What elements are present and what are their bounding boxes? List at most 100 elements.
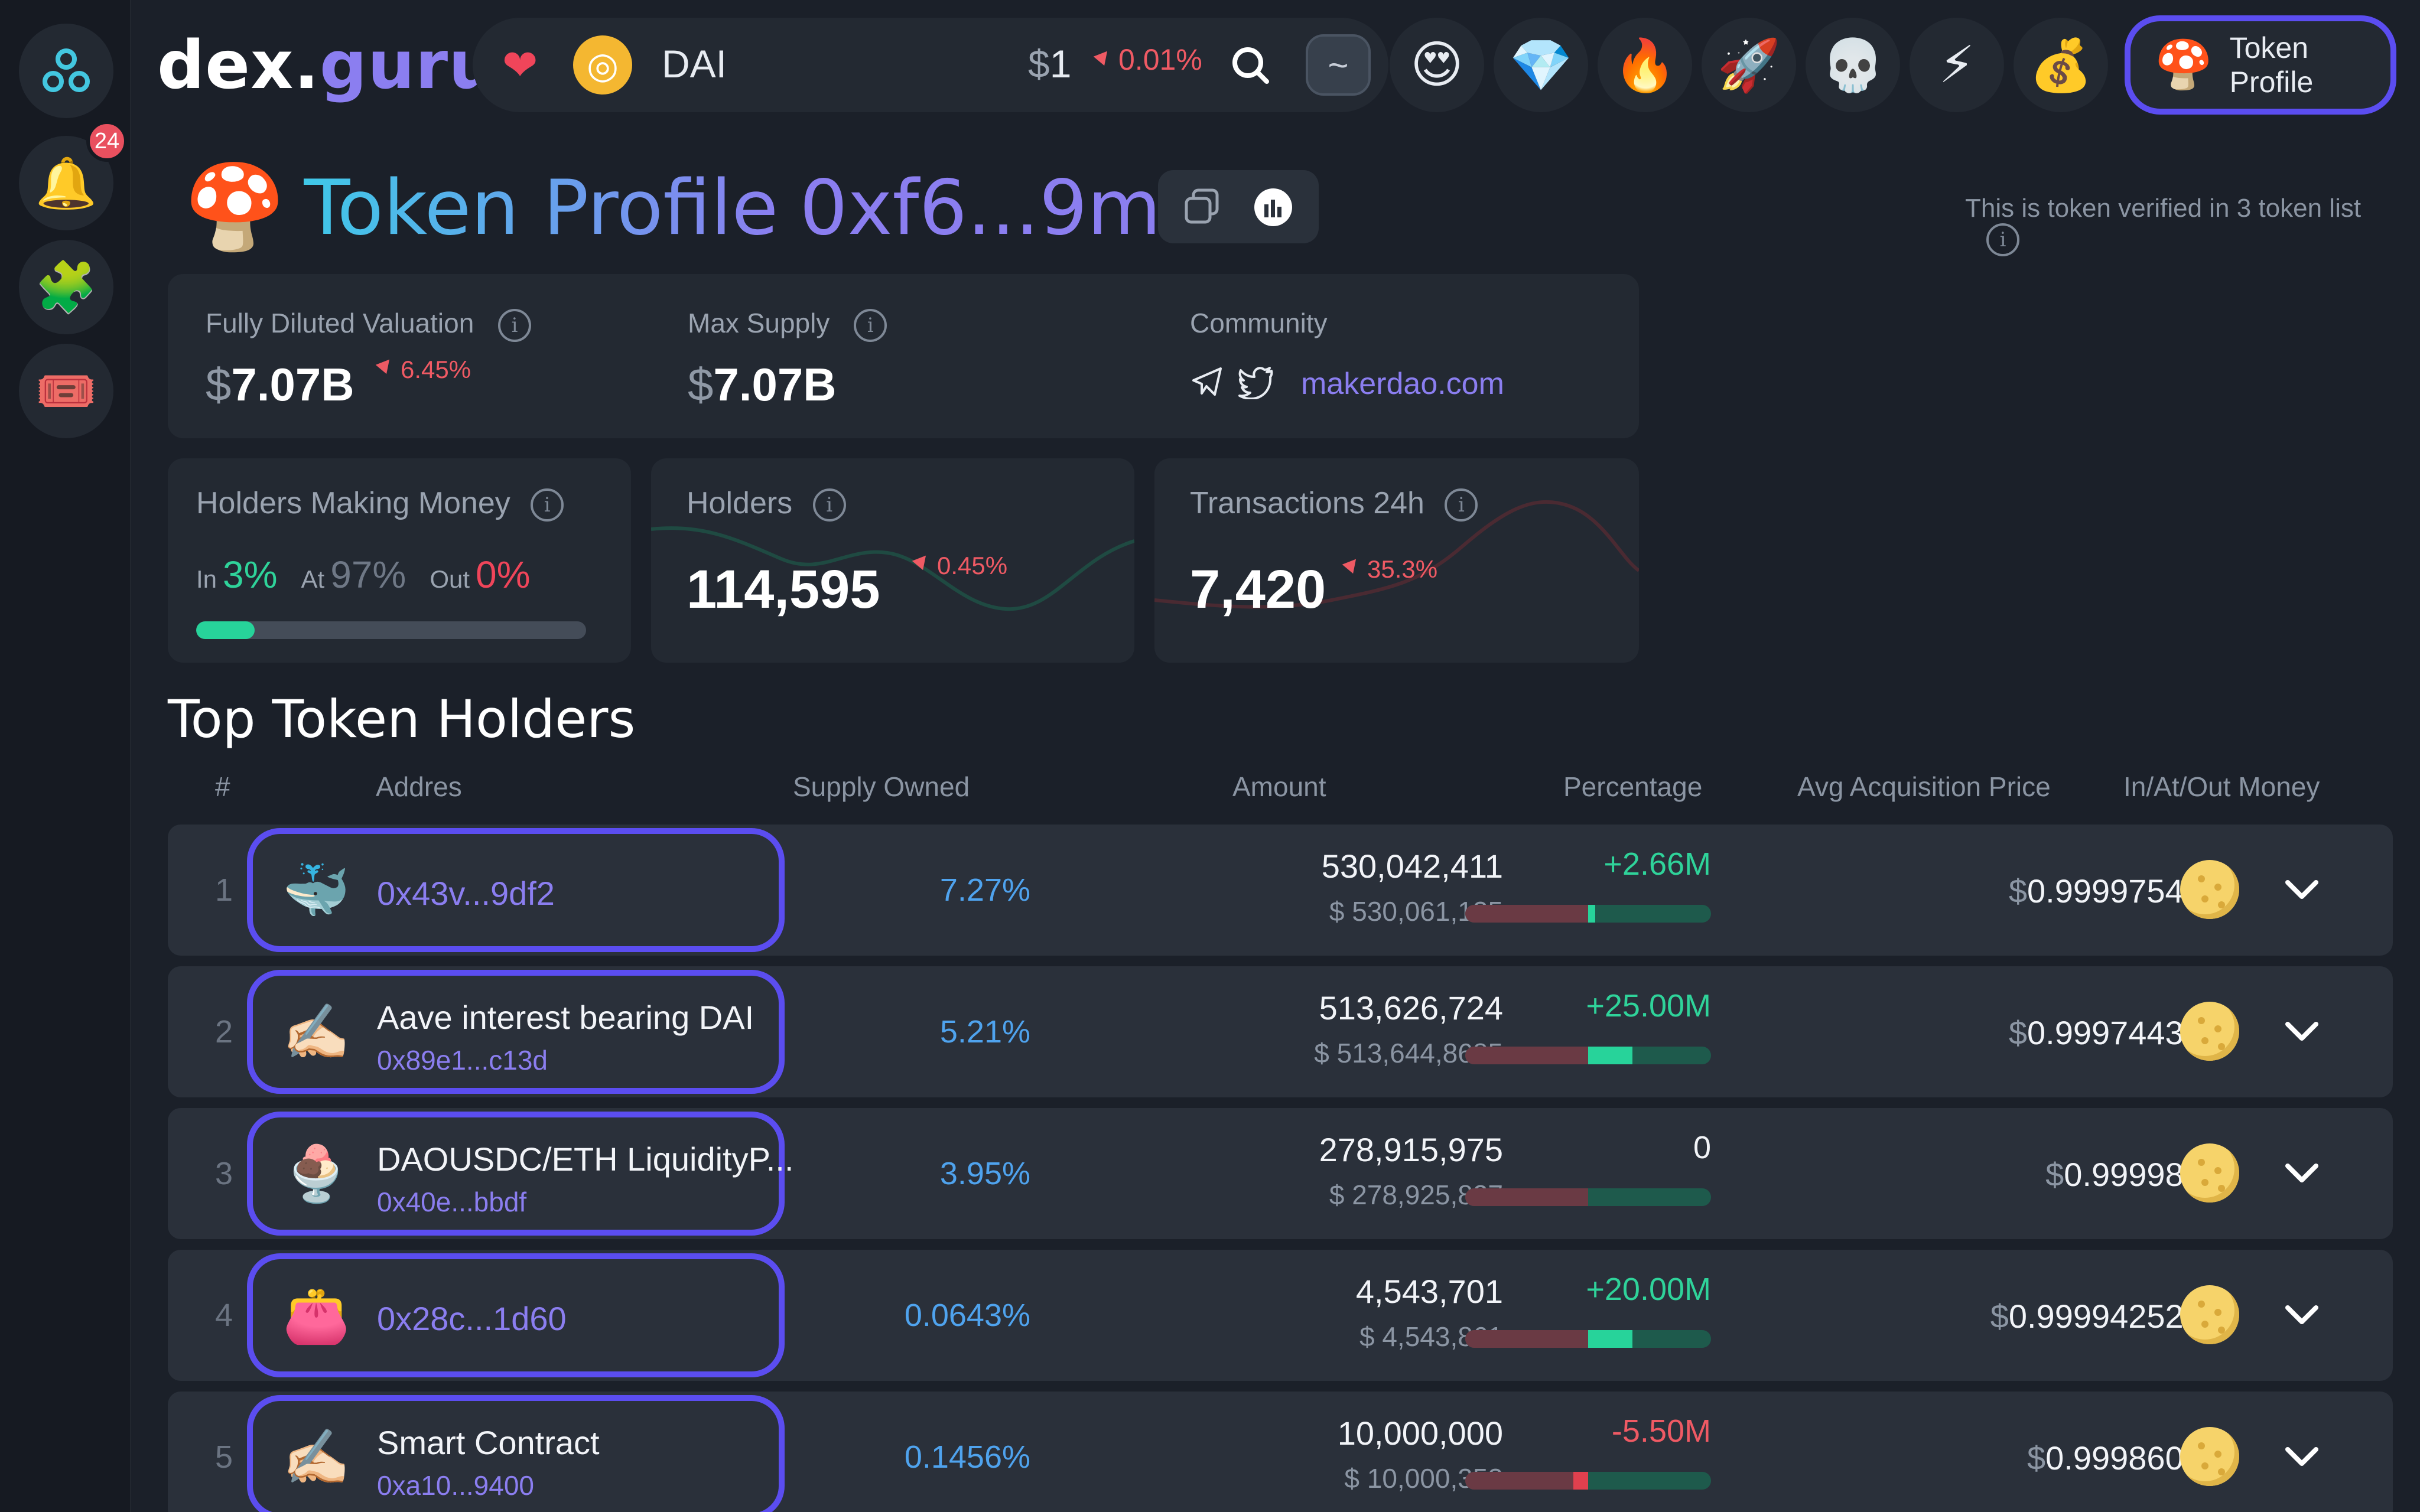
holders-money-breakdown: In 3% At 97% Out 0%: [196, 553, 554, 597]
sidebar: 🔔 24 🧩 🎟️: [0, 0, 131, 1512]
money-filter-button[interactable]: 💰: [2014, 18, 2108, 112]
tilde-button[interactable]: ~: [1306, 34, 1371, 96]
col-header-amount[interactable]: Amount: [1232, 771, 1326, 803]
percentage-change: 0: [1693, 1130, 1711, 1165]
col-header-index: #: [215, 771, 230, 802]
transactions-card: Transactions 24h i 7,420 35.3%: [1154, 458, 1639, 663]
page-title-text: Token Profile: [304, 164, 779, 252]
table-row[interactable]: 1 🐳 0x43v...9df2 7.27% 530,042,411 $ 530,061,…: [168, 825, 2393, 956]
moon-icon: [2180, 1285, 2239, 1344]
at-value: 97%: [330, 553, 406, 596]
moon-icon: [2180, 1427, 2239, 1486]
chevron-down-icon[interactable]: [2279, 1434, 2324, 1479]
holder-address[interactable]: 0x28c...1d60: [377, 1299, 567, 1338]
table-row[interactable]: 4 👛 0x28c...1d60 0.0643% 4,543,701 $ 4,543,86…: [168, 1250, 2393, 1381]
token-search-bar[interactable]: ❤ ◎ DAI $1 0.01% ~: [473, 18, 1388, 112]
holder-name: Aave interest bearing DAI: [377, 999, 754, 1036]
out-label: Out: [430, 565, 470, 593]
verified-text: This is token verified in 3 token list: [1965, 194, 2362, 223]
holder-type-icon: ✍🏻: [282, 1428, 350, 1488]
row-index: 4: [215, 1298, 233, 1333]
holder-address[interactable]: 0x43v...9df2: [377, 874, 555, 913]
holder-address-cell[interactable]: ✍🏻 Aave interest bearing DAI 0x89e1...c13d: [247, 970, 785, 1094]
info-icon[interactable]: i: [1986, 223, 2019, 256]
chevron-down-icon[interactable]: [2279, 1151, 2324, 1195]
heart-eyes-icon: 😍: [1410, 37, 1463, 93]
logo-button[interactable]: [19, 24, 113, 118]
heart-icon[interactable]: ❤: [502, 40, 538, 90]
avg-acquisition-price: $0.99986099: [2027, 1439, 2220, 1477]
holder-type-icon: 👛: [282, 1286, 350, 1346]
table-row[interactable]: 3 🍨 DAOUSDC/ETH LiquidityP... 0x40e...bbdf 3…: [168, 1108, 2393, 1239]
info-icon[interactable]: i: [854, 308, 887, 342]
info-icon[interactable]: i: [498, 308, 532, 342]
holder-address[interactable]: 0x40e...bbdf: [377, 1186, 526, 1218]
title-actions: [1158, 170, 1319, 243]
row-index: 1: [215, 872, 233, 908]
up-arrow-icon: [1093, 46, 1113, 66]
holders-card: Holders i 114,595 0.45%: [651, 458, 1134, 663]
gem-filter-button[interactable]: 💎: [1494, 18, 1588, 112]
bell-icon: 🔔: [35, 155, 97, 211]
amount-usd: $ 278,925,827: [1329, 1179, 1503, 1210]
gem-icon: 💎: [1509, 37, 1573, 94]
supply-owned: 0.0643%: [904, 1298, 1030, 1333]
verified-note: This is token verified in 3 token list i: [1965, 194, 2420, 256]
hot-filter-button[interactable]: 🔥: [1598, 18, 1692, 112]
out-value: 0%: [476, 553, 531, 596]
amount-usd: $ 4,543,861: [1359, 1321, 1503, 1352]
holder-address-cell[interactable]: 🐳 0x43v...9df2: [247, 828, 785, 952]
telegram-icon[interactable]: [1190, 364, 1225, 399]
chevron-down-icon[interactable]: [2279, 867, 2324, 912]
lightning-filter-button[interactable]: ⚡: [1910, 18, 2004, 112]
col-header-money[interactable]: In/At/Out Money: [2123, 771, 2320, 803]
copy-icon[interactable]: [1183, 188, 1221, 226]
supply-owned: 5.21%: [939, 1014, 1030, 1050]
info-icon[interactable]: i: [531, 488, 564, 522]
holder-address-cell[interactable]: 🍨 DAOUSDC/ETH LiquidityP... 0x40e...bbdf: [247, 1112, 793, 1236]
max-supply-value: $7.07B: [688, 359, 837, 410]
percentage-change: +25.00M: [1586, 988, 1711, 1024]
chevron-down-icon[interactable]: [2279, 1009, 2324, 1054]
brand-logo[interactable]: dex.guru: [157, 27, 496, 104]
moon-icon: [2180, 860, 2239, 919]
fdv-label: Fully Diluted Valuation i: [206, 307, 532, 342]
col-header-address[interactable]: Addres: [376, 771, 462, 803]
up-arrow-icon: [375, 354, 395, 374]
info-icon[interactable]: i: [1445, 488, 1478, 522]
token-profile-button[interactable]: 🍄 Token Profile: [2125, 15, 2396, 115]
transactions-value: 7,420: [1190, 559, 1326, 620]
holder-address-cell[interactable]: ✍🏻 Smart Contract 0xa10...9400: [247, 1395, 785, 1512]
amount-usd: $ 10,000,353: [1344, 1463, 1503, 1494]
holder-address-cell[interactable]: 👛 0x28c...1d60: [247, 1253, 785, 1377]
info-icon[interactable]: i: [812, 488, 846, 522]
community-website-link[interactable]: makerdao.com: [1301, 366, 1504, 402]
extensions-button[interactable]: 🧩: [19, 240, 113, 334]
holder-name: Smart Contract: [377, 1424, 600, 1461]
brand-text-2: guru: [319, 27, 496, 104]
holder-address[interactable]: 0xa10...9400: [377, 1469, 534, 1501]
love-filter-button[interactable]: 😍: [1390, 18, 1484, 112]
lightning-icon: ⚡: [1938, 37, 1975, 93]
row-index: 5: [215, 1439, 233, 1475]
tickets-button[interactable]: 🎟️: [19, 344, 113, 438]
col-header-supply[interactable]: Supply Owned: [793, 771, 970, 803]
supply-owned: 0.1456%: [904, 1439, 1030, 1475]
col-header-avg-price[interactable]: Avg Acquisition Price: [1797, 771, 2051, 803]
token-price-change: 0.01%: [1093, 43, 1202, 77]
notifications-button[interactable]: 🔔 24: [19, 120, 128, 230]
chevron-down-icon[interactable]: [2279, 1292, 2324, 1337]
twitter-icon[interactable]: [1237, 364, 1274, 399]
search-icon[interactable]: [1229, 44, 1271, 86]
percentage-bar-fill: [1573, 1472, 1588, 1490]
col-header-percentage[interactable]: Percentage: [1563, 771, 1702, 803]
holder-address[interactable]: 0x89e1...c13d: [377, 1044, 548, 1076]
holders-money-bar: [196, 621, 586, 639]
chart-link-icon[interactable]: [1253, 187, 1294, 228]
holders-money-label: Holders Making Money i: [196, 485, 564, 522]
rocket-filter-button[interactable]: 🚀: [1702, 18, 1796, 112]
table-row[interactable]: 2 ✍🏻 Aave interest bearing DAI 0x89e1...c13…: [168, 966, 2393, 1097]
row-index: 2: [215, 1014, 233, 1050]
skull-filter-button[interactable]: 💀: [1806, 18, 1900, 112]
table-row[interactable]: 5 ✍🏻 Smart Contract 0xa10...9400 0.1456% 10,0…: [168, 1392, 2393, 1512]
